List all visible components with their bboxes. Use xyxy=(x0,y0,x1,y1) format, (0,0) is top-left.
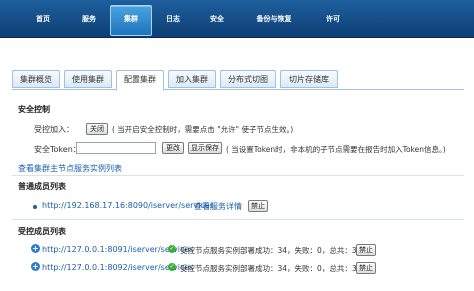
expand-plus-icon[interactable]: + xyxy=(31,244,40,253)
security-control-title: 安全控制 xyxy=(18,105,50,114)
nav-item-security[interactable]: 安全 xyxy=(202,0,232,38)
tab-configure-cluster[interactable]: 配置集群 xyxy=(116,70,164,91)
normal-members-title: 普通成员列表 xyxy=(18,182,66,191)
section-divider xyxy=(12,219,464,220)
nav-item-license[interactable]: 许可 xyxy=(318,0,348,38)
show-save-button[interactable]: 显示保存 xyxy=(188,142,222,154)
cluster-tabs: 集群概览 使用集群 配置集群 加入集群 分布式切图 切片存储库 xyxy=(12,70,464,91)
view-master-services-link[interactable]: 查看集群主节点服务实例列表 xyxy=(18,163,122,174)
security-token-input[interactable] xyxy=(76,142,156,154)
view-service-detail-link[interactable]: 查看服务详情 xyxy=(194,201,242,212)
forbid-button[interactable]: 禁止 xyxy=(356,244,376,256)
forbid-button[interactable]: 禁止 xyxy=(248,200,268,212)
controlled-members-title: 受控成员列表 xyxy=(18,227,66,236)
success-check-icon: ✓ xyxy=(168,263,176,271)
bullet-icon xyxy=(33,205,37,209)
deploy-status-text: 受控节点服务实例部署成功：34，失败：0，总共：34 xyxy=(180,246,362,255)
close-note: ( 当开启安全控制时，需要点击 "允许" 使子节点生效。) xyxy=(112,125,294,134)
token-note: ( 当设置Token时，非本机的子节点需要在报告时加入Token信息。) xyxy=(226,145,446,154)
security-token-label: 安全Token： xyxy=(34,145,81,154)
top-navigation-bar: 首页 服务 集群 日志 安全 备份与恢复 许可 xyxy=(0,0,474,38)
tab-use-cluster[interactable]: 使用集群 xyxy=(64,70,112,88)
expand-plus-icon[interactable]: + xyxy=(31,262,40,271)
success-check-icon: ✓ xyxy=(168,245,176,253)
tab-distributed-tiling[interactable]: 分布式切图 xyxy=(220,70,276,88)
controlled-join-label: 受控加入： xyxy=(34,125,74,134)
deploy-status-text: 受控节点服务实例部署成功：34，失败：0，总共：34 xyxy=(180,264,362,273)
tab-cluster-overview[interactable]: 集群概览 xyxy=(12,70,60,88)
tab-join-cluster[interactable]: 加入集群 xyxy=(168,70,216,88)
close-button[interactable]: 关闭 xyxy=(86,123,108,135)
change-button[interactable]: 更改 xyxy=(162,142,184,154)
nav-item-home[interactable]: 首页 xyxy=(28,0,58,38)
nav-item-logs[interactable]: 日志 xyxy=(158,0,188,38)
forbid-button[interactable]: 禁止 xyxy=(356,262,376,274)
nav-item-cluster[interactable]: 集群 xyxy=(110,5,152,36)
nav-item-services[interactable]: 服务 xyxy=(74,0,104,38)
tab-tile-storage[interactable]: 切片存储库 xyxy=(280,70,338,88)
nav-item-backup-restore[interactable]: 备份与恢复 xyxy=(246,0,302,38)
section-divider xyxy=(12,175,464,176)
normal-member-url[interactable]: http://192.168.17.16:8090/iserver/servic… xyxy=(42,201,214,210)
